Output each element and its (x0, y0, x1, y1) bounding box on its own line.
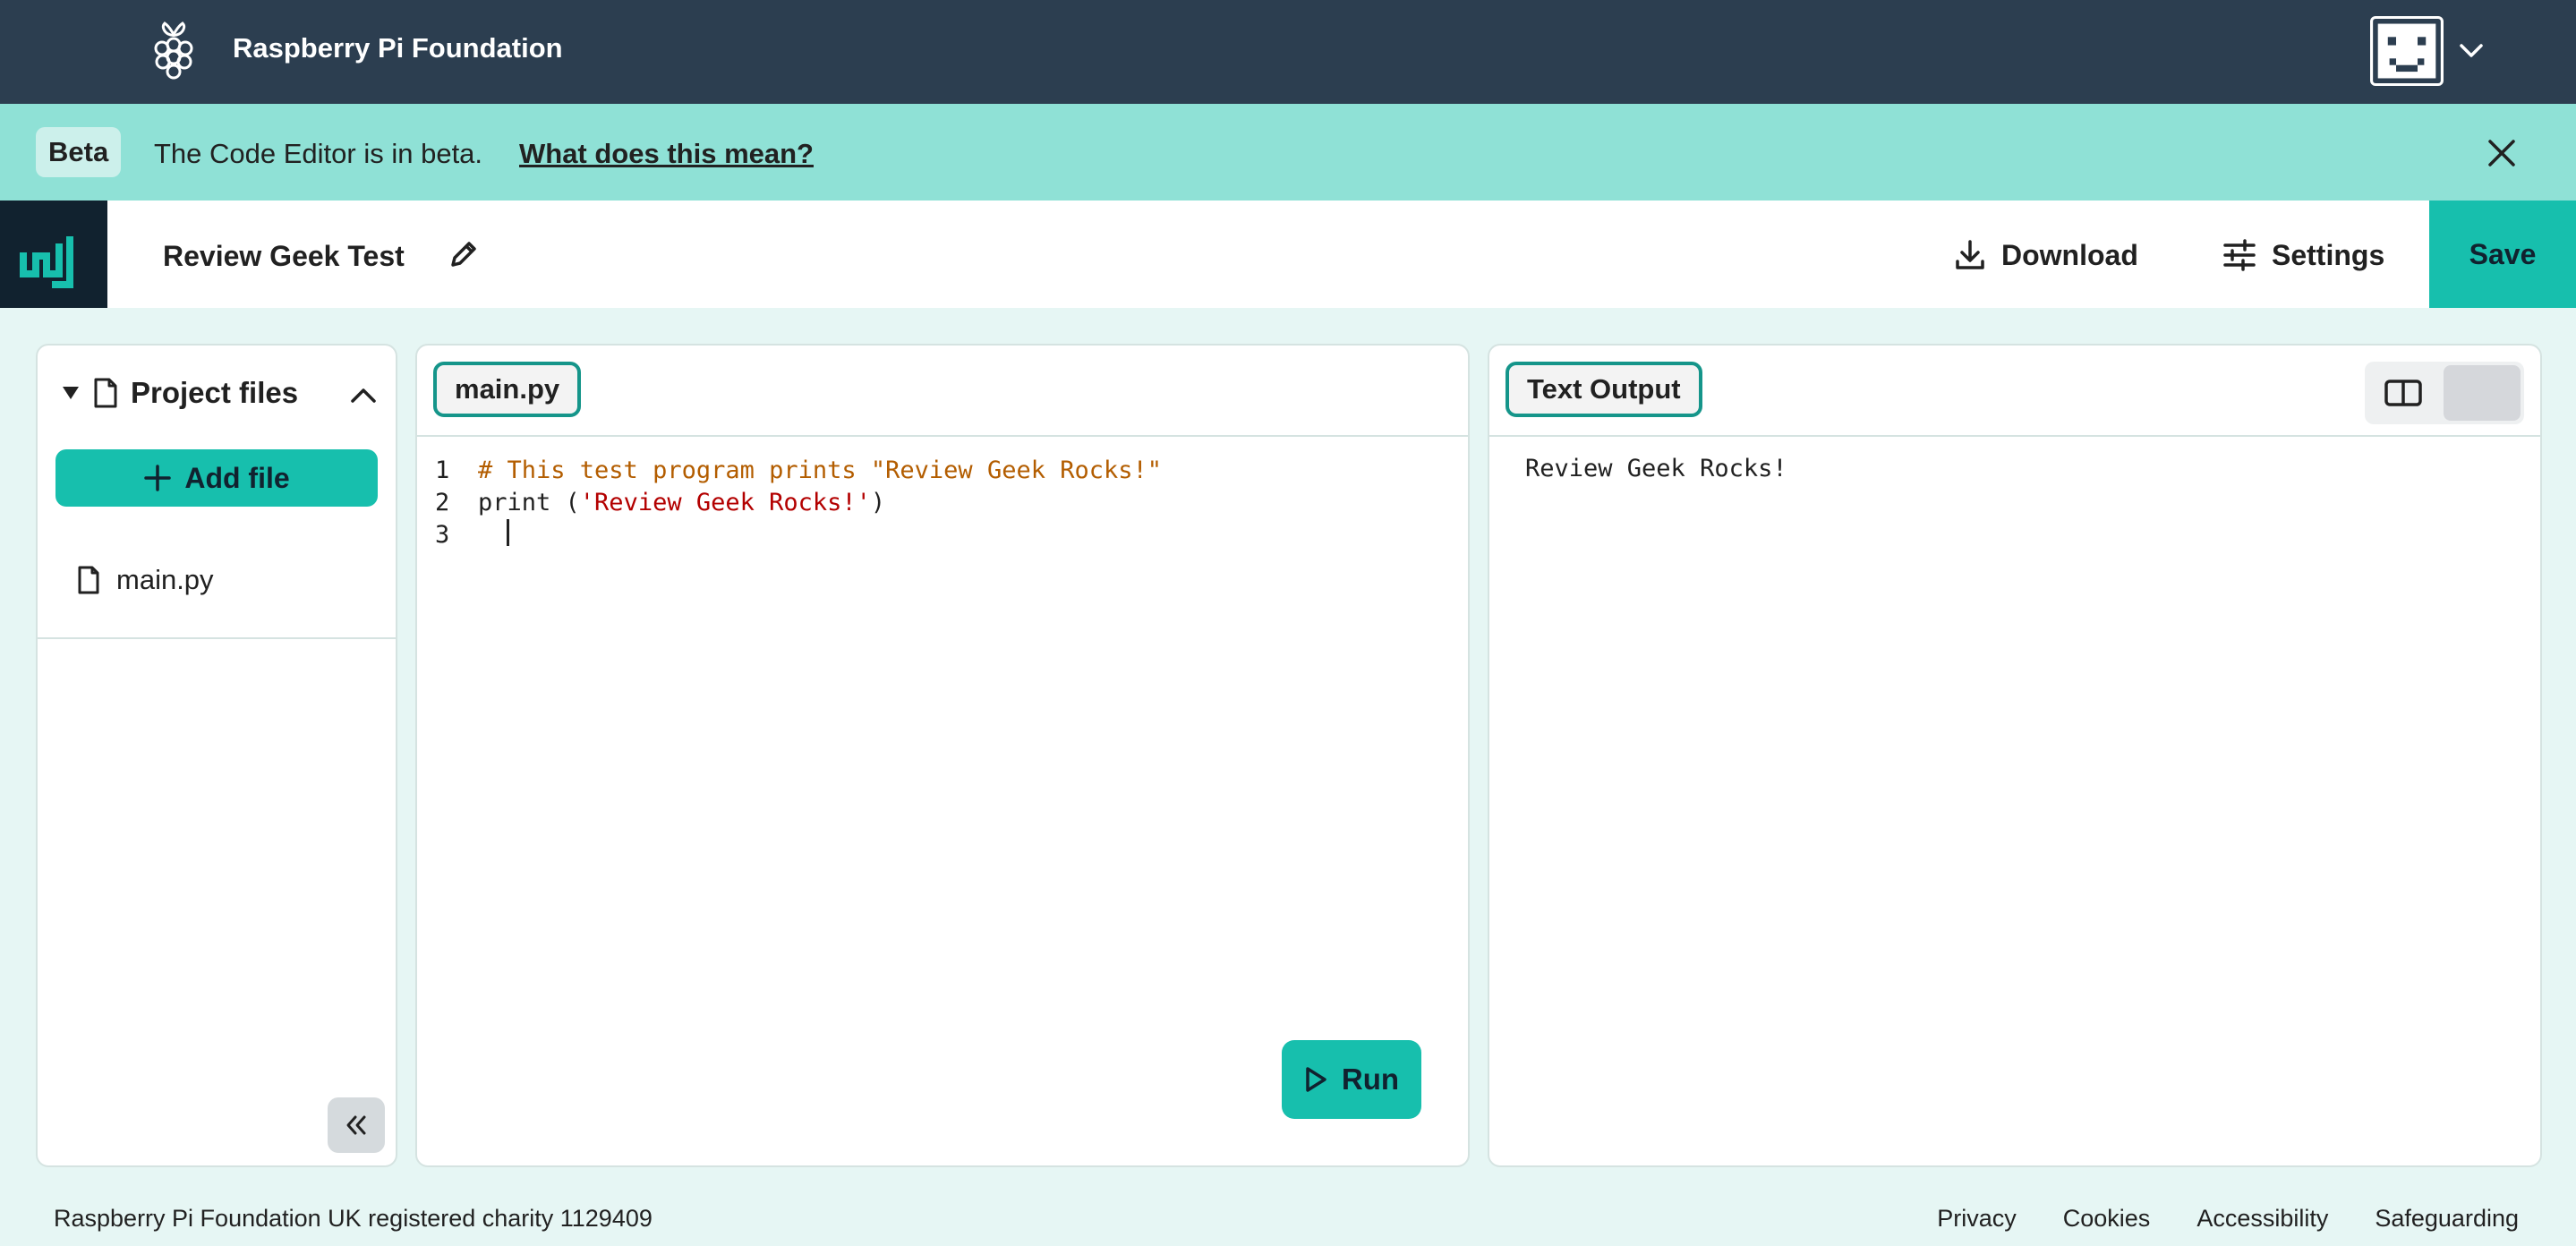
footer-link-accessibility[interactable]: Accessibility (2196, 1205, 2328, 1233)
beta-message: The Code Editor is in beta. (154, 138, 483, 169)
line-number: 3 (435, 521, 450, 549)
footer-link-privacy[interactable]: Privacy (1937, 1205, 2017, 1233)
output-tab-bar: Text Output (1489, 346, 2540, 437)
double-chevron-left-icon (346, 1115, 366, 1135)
code-string: 'Review Geek Rocks!' (579, 489, 871, 516)
file-icon (78, 566, 99, 594)
save-button[interactable]: Save (2429, 201, 2576, 308)
file-item-main-py[interactable]: main.py (77, 564, 214, 596)
run-button[interactable]: Run (1282, 1040, 1421, 1119)
file-item-label: main.py (116, 564, 214, 595)
project-files-header[interactable]: Project files (61, 376, 298, 410)
tab-main-py[interactable]: main.py (433, 362, 582, 417)
code-line: 3 (435, 519, 1162, 551)
brand-name[interactable]: Raspberry Pi Foundation (233, 32, 563, 64)
code-editor-panel: main.py 1 # This test program prints "Re… (415, 344, 1470, 1167)
download-icon (1956, 240, 1984, 269)
code-area[interactable]: 1 # This test program prints "Review Gee… (435, 455, 1162, 551)
pencil-icon[interactable] (446, 236, 482, 272)
project-files-title: Project files (131, 376, 299, 409)
code-editor-logo[interactable] (0, 201, 107, 308)
footer-links: Privacy Cookies Accessibility Safeguardi… (1937, 1205, 2519, 1233)
view-toggle (2365, 362, 2524, 424)
project-files-panel: Project files Add file main.py (36, 344, 397, 1167)
code-text: ) (870, 489, 886, 516)
caret-down-icon (63, 387, 79, 399)
text-cursor (507, 519, 509, 546)
code-comment: # This test program prints "Review Geek … (478, 457, 1163, 484)
download-button[interactable]: Download (1953, 236, 2138, 274)
user-avatar-icon[interactable] (2370, 16, 2444, 86)
project-name: Review Geek Test (163, 240, 405, 272)
output-panel: Text Output Review Geek Rocks! (1488, 344, 2542, 1167)
footer: Raspberry Pi Foundation UK registered ch… (0, 1191, 2576, 1246)
top-nav-bar: Raspberry Pi Foundation (0, 0, 2576, 104)
footer-link-cookies[interactable]: Cookies (2063, 1205, 2151, 1233)
files-divider (38, 637, 396, 639)
collapse-sidebar-button[interactable] (328, 1097, 385, 1153)
project-bar: Review Geek Test Download Settings Save (0, 201, 2576, 308)
charity-text: Raspberry Pi Foundation UK registered ch… (54, 1205, 653, 1232)
play-icon (1306, 1067, 1326, 1092)
beta-banner: Beta The Code Editor is in beta. What do… (0, 104, 2576, 201)
tabbed-view-option[interactable] (2444, 365, 2521, 421)
raspberry-pi-logo-icon[interactable] (145, 18, 202, 82)
line-number: 1 (435, 457, 450, 484)
run-label: Run (1341, 1063, 1400, 1096)
settings-label: Settings (2272, 238, 2385, 271)
beta-badge: Beta (36, 127, 122, 177)
file-icon (94, 378, 117, 408)
output-text: Review Geek Rocks! (1525, 455, 1787, 482)
add-file-label: Add file (184, 461, 290, 494)
add-file-button[interactable]: Add file (55, 449, 378, 507)
code-text: print ( (478, 489, 580, 516)
code-editor-logo-icon (20, 236, 73, 288)
footer-link-safeguarding[interactable]: Safeguarding (2375, 1205, 2519, 1233)
tab-text-output[interactable]: Text Output (1506, 362, 1702, 417)
download-label: Download (2001, 238, 2138, 271)
chevron-down-icon[interactable] (2456, 36, 2486, 66)
split-view-icon[interactable] (2377, 374, 2429, 412)
beta-info-link[interactable]: What does this mean? (519, 138, 814, 170)
line-number: 2 (435, 489, 450, 516)
editor-tab-bar: main.py (417, 346, 1468, 437)
sliders-icon (2223, 239, 2256, 271)
settings-button[interactable]: Settings (2222, 236, 2384, 274)
code-line: 2 print ('Review Geek Rocks!') (435, 487, 1162, 519)
code-line: 1 # This test program prints "Review Gee… (435, 455, 1162, 487)
chevron-up-icon[interactable] (345, 378, 381, 414)
plus-icon (144, 465, 172, 491)
close-icon[interactable] (2485, 136, 2519, 170)
